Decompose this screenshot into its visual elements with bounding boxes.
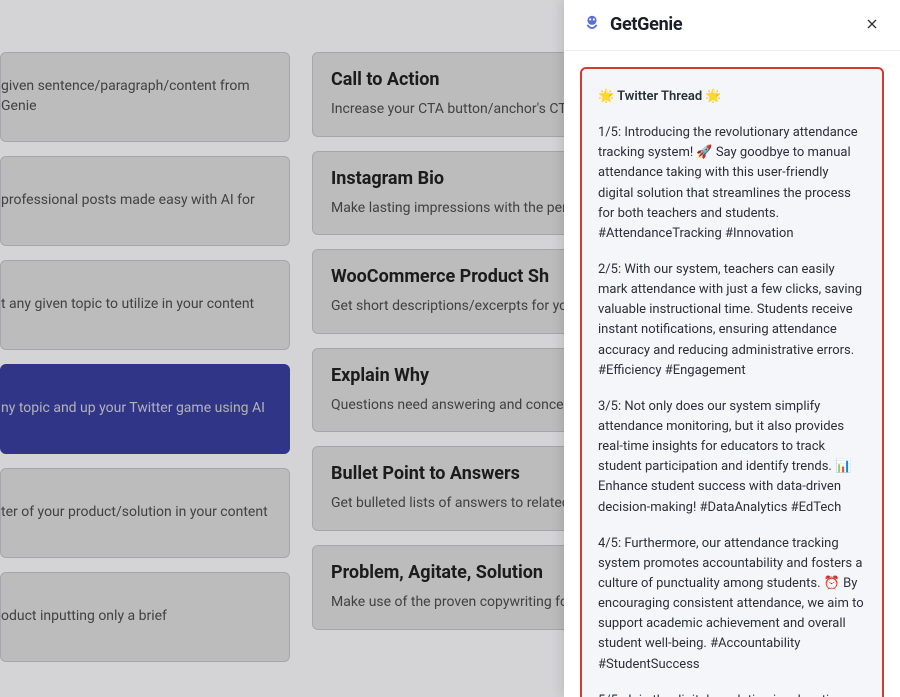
brand-name: GetGenie (610, 14, 682, 35)
template-card: ter of your product/solution in your con… (0, 468, 290, 558)
close-icon (864, 16, 880, 32)
output-tweet: 3/5: Not only does our system simplify a… (598, 397, 866, 518)
drawer-body[interactable]: 🌟 Twitter Thread 🌟 1/5: Introducing the … (564, 51, 900, 697)
output-tweet: 2/5: With our system, teachers can easil… (598, 260, 866, 381)
template-desc: ny topic and up your Twitter game using … (1, 399, 265, 419)
template-card: t any given topic to utilize in your con… (0, 260, 290, 350)
generated-output: 🌟 Twitter Thread 🌟 1/5: Introducing the … (580, 67, 884, 697)
template-desc: professional posts made easy with AI for (1, 191, 255, 211)
drawer-header: GetGenie (564, 0, 900, 51)
brand: GetGenie (580, 12, 682, 36)
template-desc: oduct inputting only a brief (1, 607, 167, 627)
template-card: professional posts made easy with AI for (0, 156, 290, 246)
template-card: oduct inputting only a brief (0, 572, 290, 662)
close-button[interactable] (860, 12, 884, 36)
template-desc: ter of your product/solution in your con… (1, 503, 268, 523)
template-card-selected: ny topic and up your Twitter game using … (0, 364, 290, 454)
output-heading: 🌟 Twitter Thread 🌟 (598, 87, 866, 107)
template-desc: given sentence/paragraph/content from Ge… (1, 77, 273, 116)
genie-logo-icon (580, 12, 604, 36)
output-tweet: 4/5: Furthermore, our attendance trackin… (598, 534, 866, 675)
output-tweet: 1/5: Introducing the revolutionary atten… (598, 123, 866, 244)
getgenie-drawer: GetGenie 🌟 Twitter Thread 🌟 1/5: Introdu… (564, 0, 900, 697)
template-card: given sentence/paragraph/content from Ge… (0, 52, 290, 142)
output-tweet: 5/5: Join the digital revolution in educ… (598, 691, 866, 697)
template-desc: t any given topic to utilize in your con… (1, 295, 254, 315)
